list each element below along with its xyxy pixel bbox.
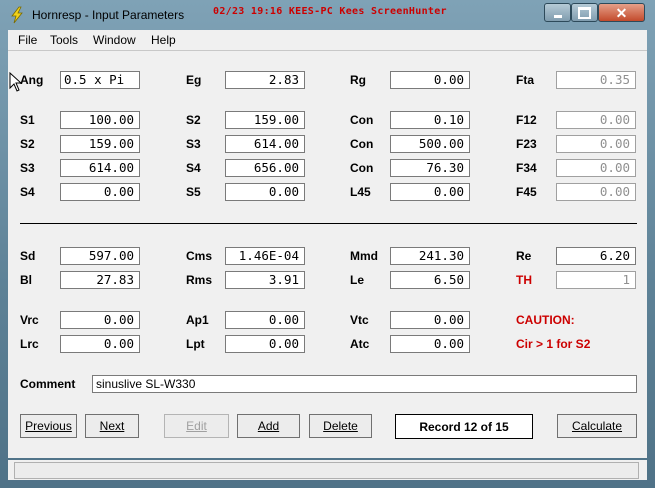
label-s2: S2 bbox=[20, 137, 35, 151]
field-con-2[interactable]: 500.00 bbox=[390, 135, 470, 153]
label-le: Le bbox=[350, 273, 365, 287]
caution-message: Cir > 1 for S2 bbox=[516, 337, 591, 351]
field-le[interactable]: 6.50 bbox=[390, 271, 470, 289]
field-s3-row2[interactable]: 614.00 bbox=[225, 135, 305, 153]
label-con-2: Con bbox=[350, 137, 374, 151]
previous-button[interactable]: Previous bbox=[20, 414, 77, 438]
label-f12: F12 bbox=[516, 113, 537, 127]
field-mmd[interactable]: 241.30 bbox=[390, 247, 470, 265]
calculate-button[interactable]: Calculate bbox=[557, 414, 637, 438]
field-atc[interactable]: 0.00 bbox=[390, 335, 470, 353]
minimize-icon bbox=[553, 14, 562, 18]
field-s1[interactable]: 100.00 bbox=[60, 111, 140, 129]
record-indicator: Record 12 of 15 bbox=[395, 414, 533, 439]
label-ap1: Ap1 bbox=[186, 313, 209, 327]
delete-button[interactable]: Delete bbox=[309, 414, 372, 438]
label-eg: Eg bbox=[186, 73, 202, 87]
menu-tools[interactable]: Tools bbox=[50, 33, 78, 47]
menu-help[interactable]: Help bbox=[151, 33, 176, 47]
label-con-3: Con bbox=[350, 161, 374, 175]
close-button[interactable]: ✕ bbox=[598, 3, 645, 22]
label-vrc: Vrc bbox=[20, 313, 39, 327]
field-bl[interactable]: 27.83 bbox=[60, 271, 140, 289]
maximize-button[interactable] bbox=[571, 3, 598, 22]
field-sd[interactable]: 597.00 bbox=[60, 247, 140, 265]
field-rg[interactable]: 0.00 bbox=[390, 71, 470, 89]
label-cms: Cms bbox=[186, 249, 213, 263]
label-f23: F23 bbox=[516, 137, 537, 151]
label-rg: Rg bbox=[350, 73, 366, 87]
label-fta: Fta bbox=[516, 73, 534, 87]
field-l45[interactable]: 0.00 bbox=[390, 183, 470, 201]
label-th: TH bbox=[516, 273, 532, 287]
field-f45: 0.00 bbox=[556, 183, 636, 201]
label-f45: F45 bbox=[516, 185, 537, 199]
field-s5[interactable]: 0.00 bbox=[225, 183, 305, 201]
comment-field[interactable]: sinuslive SL-W330 bbox=[92, 375, 637, 393]
label-vtc: Vtc bbox=[350, 313, 369, 327]
maximize-icon bbox=[578, 6, 591, 19]
label-s5: S5 bbox=[186, 185, 201, 199]
lightning-icon bbox=[8, 6, 26, 24]
menu-file[interactable]: File bbox=[18, 33, 37, 47]
label-lrc: Lrc bbox=[20, 337, 39, 351]
field-s3[interactable]: 614.00 bbox=[60, 159, 140, 177]
field-s4-row3[interactable]: 656.00 bbox=[225, 159, 305, 177]
label-lpt: Lpt bbox=[186, 337, 205, 351]
field-lrc[interactable]: 0.00 bbox=[60, 335, 140, 353]
minimize-button[interactable] bbox=[544, 3, 571, 22]
label-mmd: Mmd bbox=[350, 249, 378, 263]
menu-window[interactable]: Window bbox=[93, 33, 136, 47]
label-con-1: Con bbox=[350, 113, 374, 127]
label-bl: Bl bbox=[20, 273, 32, 287]
close-icon: ✕ bbox=[615, 4, 628, 21]
field-s4[interactable]: 0.00 bbox=[60, 183, 140, 201]
label-s3: S3 bbox=[20, 161, 35, 175]
section-divider bbox=[20, 223, 637, 224]
field-s2[interactable]: 159.00 bbox=[60, 135, 140, 153]
add-button[interactable]: Add bbox=[237, 414, 300, 438]
status-panel bbox=[14, 462, 639, 479]
field-f23: 0.00 bbox=[556, 135, 636, 153]
field-vtc[interactable]: 0.00 bbox=[390, 311, 470, 329]
label-rms: Rms bbox=[186, 273, 213, 287]
window-title: Hornresp - Input Parameters bbox=[32, 8, 185, 22]
caution-title: CAUTION: bbox=[516, 313, 575, 327]
label-s2-row1: S2 bbox=[186, 113, 201, 127]
label-comment: Comment bbox=[20, 377, 76, 391]
field-lpt[interactable]: 0.00 bbox=[225, 335, 305, 353]
menu-bar: File Tools Window Help bbox=[8, 30, 647, 51]
label-s4-row3: S4 bbox=[186, 161, 201, 175]
field-f12: 0.00 bbox=[556, 111, 636, 129]
field-s2-row1[interactable]: 159.00 bbox=[225, 111, 305, 129]
title-bar[interactable]: Hornresp - Input Parameters 02/23 19:16 … bbox=[0, 0, 655, 30]
label-re: Re bbox=[516, 249, 532, 263]
field-eg[interactable]: 2.83 bbox=[225, 71, 305, 89]
field-vrc[interactable]: 0.00 bbox=[60, 311, 140, 329]
field-ap1[interactable]: 0.00 bbox=[225, 311, 305, 329]
label-s1: S1 bbox=[20, 113, 35, 127]
label-ang: Ang bbox=[20, 73, 44, 87]
label-sd: Sd bbox=[20, 249, 36, 263]
field-re[interactable]: 6.20 bbox=[556, 247, 636, 265]
label-f34: F34 bbox=[516, 161, 537, 175]
next-button[interactable]: Next bbox=[85, 414, 139, 438]
screenshot-overlay-text: 02/23 19:16 KEES-PC Kees ScreenHunter bbox=[213, 6, 447, 17]
field-cms[interactable]: 1.46E-04 bbox=[225, 247, 305, 265]
field-con-3[interactable]: 76.30 bbox=[390, 159, 470, 177]
label-s3-row2: S3 bbox=[186, 137, 201, 151]
field-f34: 0.00 bbox=[556, 159, 636, 177]
edit-button[interactable]: Edit bbox=[164, 414, 229, 438]
label-l45: L45 bbox=[350, 185, 371, 199]
field-ang[interactable]: 0.5 x Pi bbox=[60, 71, 140, 89]
label-atc: Atc bbox=[350, 337, 370, 351]
field-fta: 0.35 bbox=[556, 71, 636, 89]
field-th: 1 bbox=[556, 271, 636, 289]
label-s4: S4 bbox=[20, 185, 35, 199]
mouse-cursor-icon bbox=[9, 71, 23, 97]
field-rms[interactable]: 3.91 bbox=[225, 271, 305, 289]
field-con-1[interactable]: 0.10 bbox=[390, 111, 470, 129]
